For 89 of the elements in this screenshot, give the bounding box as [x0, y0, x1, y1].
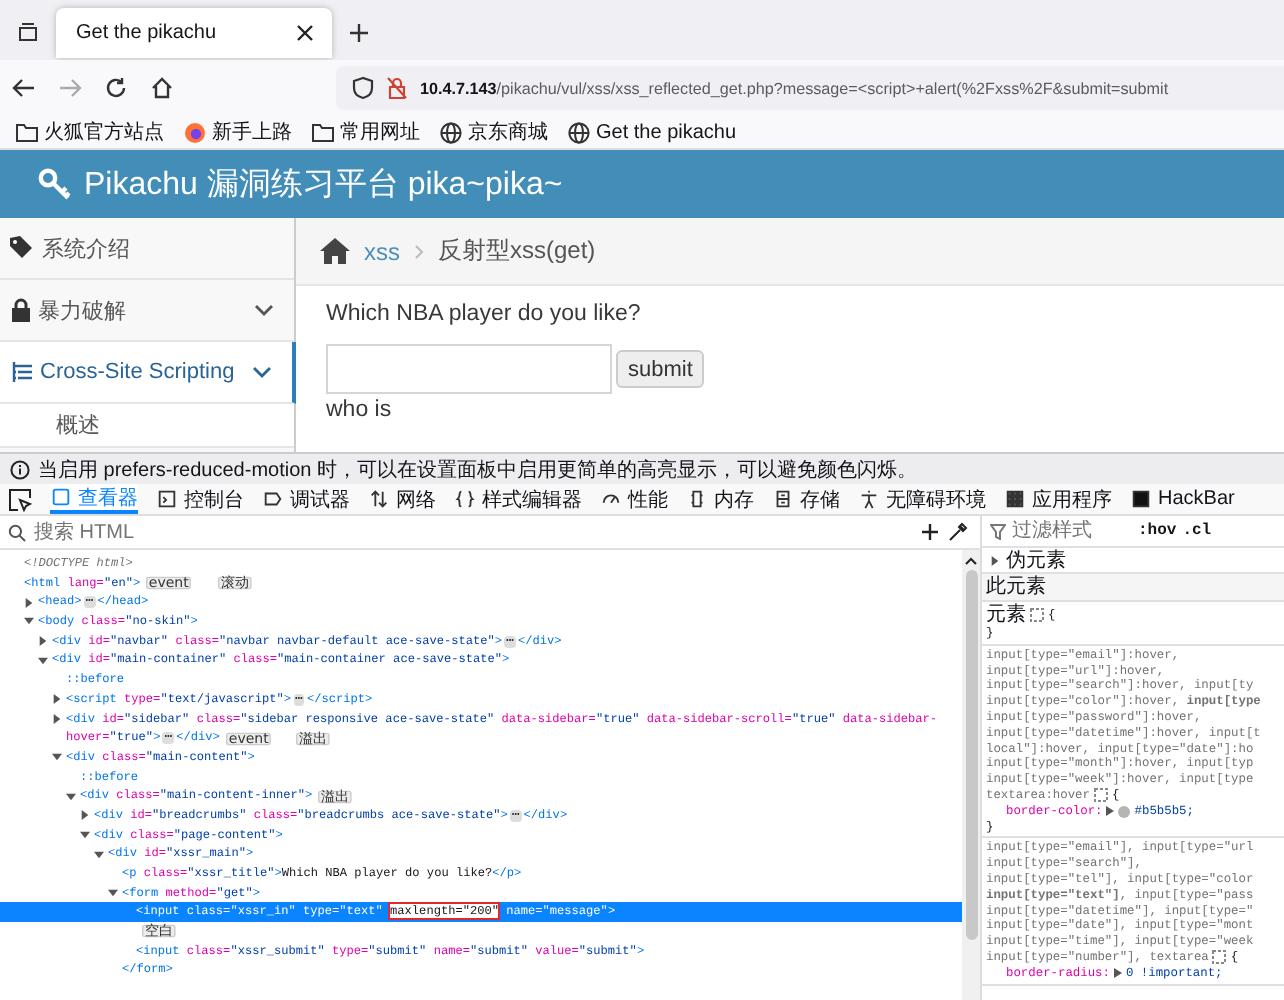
section-label[interactable]: 伪元素	[1006, 549, 1066, 571]
home-icon[interactable]	[150, 76, 174, 100]
home-icon[interactable]	[320, 238, 350, 264]
fox-globe-icon	[184, 121, 206, 143]
devtools-tab[interactable]: 控制台	[156, 484, 244, 514]
devtools-tab[interactable]: 调试器	[262, 484, 350, 514]
question-text: Which NBA player do you like?	[326, 302, 643, 326]
caret-icon[interactable]	[1106, 806, 1115, 817]
bookmark-item[interactable]: 京东商城	[440, 118, 548, 146]
caret-icon[interactable]	[94, 849, 104, 860]
plus-icon[interactable]	[920, 522, 940, 542]
caret-icon[interactable]	[990, 555, 1000, 565]
devtools-tab[interactable]: 网络	[368, 484, 436, 514]
scrollbar[interactable]	[962, 550, 980, 1000]
chevron-right-icon	[414, 243, 424, 259]
caret-up-icon[interactable]	[964, 556, 978, 566]
info-icon	[10, 459, 30, 479]
caret-icon[interactable]	[24, 597, 34, 608]
caret-icon[interactable]	[38, 636, 48, 647]
arrows-icon	[368, 488, 390, 510]
caret-icon[interactable]	[108, 888, 118, 899]
eyedropper-icon[interactable]	[948, 522, 968, 542]
chevron-down-icon	[254, 303, 274, 317]
site-title: Pikachu 漏洞练习平台 pika~pika~	[84, 165, 563, 205]
breadcrumb-current: 反射型xss(get)	[438, 234, 596, 268]
caret-icon[interactable]	[80, 810, 90, 821]
bookmark-item[interactable]: 火狐官方站点	[16, 118, 164, 146]
caret-icon[interactable]	[1113, 968, 1122, 979]
terminal-icon	[156, 488, 178, 510]
lock-icon	[10, 298, 32, 322]
filter-field[interactable]: 过滤样式	[1012, 520, 1132, 542]
notice-text: 当启用 prefers-reduced-motion 时，可以在设置面板中启用更简单的高亮显示，可以避免颜色闪烁。	[38, 457, 917, 483]
devtools-tab[interactable]: 样式编辑器	[454, 484, 582, 514]
list-icon	[10, 360, 34, 384]
grid-icon	[1004, 488, 1026, 510]
caret-icon[interactable]	[66, 791, 76, 802]
label-icon	[262, 488, 284, 510]
person-icon	[858, 488, 880, 510]
devtools-tab[interactable]: 性能	[600, 484, 668, 514]
devtools-tab[interactable]: 无障碍环境	[858, 484, 986, 514]
chevron-down-icon	[252, 365, 272, 379]
devtools-tab[interactable]: 查看器	[50, 484, 138, 514]
address-field[interactable]: 10.4.7.143/pikachu/vul/xss/xss_reflected_get.php?message=<script>+alert(%2Fxss%2F&submit=submit	[336, 66, 1284, 110]
tags-icon	[10, 236, 36, 260]
search-field[interactable]: 搜索 HTML	[34, 518, 912, 546]
bookmark-item[interactable]: Get the pikachu	[568, 121, 737, 143]
caret-icon[interactable]	[38, 655, 48, 666]
search-icon	[8, 523, 26, 541]
devtools-tab[interactable]: 内存	[686, 484, 754, 514]
plus-icon[interactable]	[348, 22, 370, 44]
sidebar-item[interactable]: Cross-Site Scripting	[0, 342, 296, 404]
bookmark-item[interactable]: 常用网址	[312, 118, 420, 146]
pick-element-icon[interactable]	[8, 487, 32, 511]
caret-icon[interactable]	[52, 694, 62, 705]
toggle-button[interactable]: :hov	[1138, 522, 1177, 540]
caret-icon[interactable]	[24, 616, 34, 627]
color-swatch[interactable]	[1118, 805, 1131, 818]
result-text: who is	[326, 398, 394, 422]
devtools-tab[interactable]: 存储	[772, 484, 840, 514]
toggle-button[interactable]: .cl	[1182, 522, 1212, 540]
css-selector: 元素	[986, 604, 1026, 626]
close-icon[interactable]	[296, 24, 314, 42]
key-icon	[38, 167, 72, 201]
filter-icon	[990, 523, 1006, 539]
section-heading: 此元素	[982, 574, 1284, 602]
shield-icon[interactable]	[352, 76, 374, 100]
devtools-tab[interactable]: 应用程序	[1004, 484, 1112, 514]
folder-icon	[312, 122, 334, 142]
message-input[interactable]	[326, 344, 612, 394]
globe-icon	[568, 121, 590, 143]
submit-button[interactable]: submit	[616, 350, 705, 388]
caret-icon[interactable]	[52, 752, 62, 763]
reload-icon[interactable]	[104, 76, 128, 100]
folder-icon	[16, 122, 38, 142]
caret-icon[interactable]	[80, 829, 90, 840]
globe-icon	[440, 121, 462, 143]
braces-icon	[454, 488, 476, 510]
chip-icon	[686, 488, 708, 510]
browser-tab[interactable]: Get the pikachu	[56, 8, 332, 58]
back-icon[interactable]	[12, 76, 36, 100]
lock-warning-icon[interactable]	[386, 76, 408, 100]
sidebar-item[interactable]: 概述	[0, 404, 294, 448]
storage-icon	[772, 488, 794, 510]
caret-icon[interactable]	[52, 713, 62, 724]
square-icon	[1130, 488, 1152, 510]
url-text: 10.4.7.143/pikachu/vul/xss/xss_reflected_get.php?message=<script>+alert(%2Fxss%2F&submit=submit	[420, 79, 1169, 97]
devtools-tab[interactable]: HackBar	[1130, 484, 1235, 514]
tab-list-icon[interactable]	[16, 20, 40, 44]
bookmark-item[interactable]: 新手上路	[184, 118, 292, 146]
